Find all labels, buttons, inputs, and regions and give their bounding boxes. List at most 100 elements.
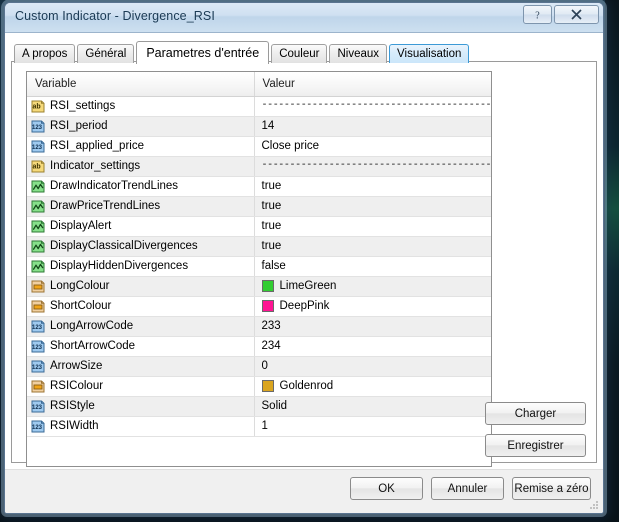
table-row[interactable]: RSIColour Goldenrod xyxy=(27,376,491,396)
color-value: DeepPink xyxy=(262,300,492,312)
table-cell-value[interactable]: ----------------------------------------… xyxy=(254,156,491,176)
variable-name: RSI_period xyxy=(50,120,108,132)
column-header-variable[interactable]: Variable xyxy=(27,72,254,96)
table-row[interactable]: 123RSIWidth 1 xyxy=(27,416,491,436)
tab-parametres-d-entree[interactable]: Parametres d'entrée xyxy=(136,41,269,64)
table-cell-value[interactable]: Solid xyxy=(254,396,491,416)
table-row[interactable]: ShortColour DeepPink xyxy=(27,296,491,316)
value-text: Close price xyxy=(262,140,320,152)
string-type-icon: ab xyxy=(31,100,45,113)
svg-text:123: 123 xyxy=(32,364,43,370)
table-cell-variable[interactable]: LongColour xyxy=(27,276,254,296)
table-row[interactable]: 123 RSI_period 14 xyxy=(27,116,491,136)
table-cell-value[interactable]: ----------------------------------------… xyxy=(254,96,491,116)
variable-cell-content: DrawPriceTrendLines xyxy=(31,200,254,213)
table-cell-value[interactable]: Close price xyxy=(254,136,491,156)
remise-a-zero-button[interactable]: Remise a zéro xyxy=(512,477,591,500)
charger-button[interactable]: Charger xyxy=(485,402,586,425)
tab-panel-parametres-d-entree: Variable Valeur abRSI_settings ----------… xyxy=(11,61,597,463)
table-cell-value[interactable]: Goldenrod xyxy=(254,376,491,396)
table-cell-variable[interactable]: ShortColour xyxy=(27,296,254,316)
color-swatch xyxy=(262,300,274,312)
variable-cell-content: ShortColour xyxy=(31,300,254,313)
table-row[interactable]: abIndicator_settings--------------------… xyxy=(27,156,491,176)
table-row[interactable]: DisplayClassicalDivergences true xyxy=(27,236,491,256)
integer-type-icon: 123 xyxy=(31,420,45,433)
variable-cell-content: 123LongArrowCode xyxy=(31,320,254,333)
table-row[interactable]: DisplayHiddenDivergencesfalse xyxy=(27,256,491,276)
table-row[interactable]: 123RSI_applied_price Close price xyxy=(27,136,491,156)
boolean-type-icon xyxy=(31,200,45,213)
title-bar[interactable]: Custom Indicator - Divergence_RSI ? xyxy=(5,3,603,33)
table-row[interactable]: 123ArrowSize0 xyxy=(27,356,491,376)
variable-name: DisplayAlert xyxy=(50,220,111,232)
table-cell-value[interactable]: true xyxy=(254,236,491,256)
color-type-icon xyxy=(31,380,45,393)
table-cell-variable[interactable]: 123RSI_applied_price xyxy=(27,136,254,156)
integer-type-icon: 123 xyxy=(31,120,45,133)
tab-couleur[interactable]: Couleur xyxy=(271,44,327,63)
table-cell-variable[interactable]: 123 ShortArrowCode xyxy=(27,336,254,356)
table-row[interactable]: DrawPriceTrendLinestrue xyxy=(27,196,491,216)
color-type-icon xyxy=(31,280,45,293)
enregistrer-button[interactable]: Enregistrer xyxy=(485,434,586,457)
table-cell-value[interactable]: LimeGreen xyxy=(254,276,491,296)
column-header-valeur[interactable]: Valeur xyxy=(254,72,491,96)
color-value: Goldenrod xyxy=(262,380,492,392)
ok-button[interactable]: OK xyxy=(350,477,423,500)
table-cell-variable[interactable]: 123ArrowSize xyxy=(27,356,254,376)
parameters-table-container[interactable]: Variable Valeur abRSI_settings ----------… xyxy=(26,71,492,467)
table-cell-variable[interactable]: 123 RSI_period xyxy=(27,116,254,136)
table-cell-value[interactable]: 233 xyxy=(254,316,491,336)
table-row[interactable]: 123 ShortArrowCode 234 xyxy=(27,336,491,356)
color-swatch xyxy=(262,280,274,292)
table-row[interactable]: LongColourLimeGreen xyxy=(27,276,491,296)
close-icon xyxy=(570,9,583,20)
help-button[interactable]: ? xyxy=(523,5,552,24)
tab-niveaux[interactable]: Niveaux xyxy=(329,44,387,63)
table-cell-value[interactable]: 1 xyxy=(254,416,491,436)
table-cell-value[interactable]: false xyxy=(254,256,491,276)
table-cell-variable[interactable]: DisplayAlert xyxy=(27,216,254,236)
close-button[interactable] xyxy=(554,5,599,24)
boolean-type-icon xyxy=(31,240,45,253)
table-cell-value[interactable]: true xyxy=(254,176,491,196)
annuler-button[interactable]: Annuler xyxy=(431,477,504,500)
boolean-type-icon xyxy=(31,180,45,193)
table-cell-variable[interactable]: DrawPriceTrendLines xyxy=(27,196,254,216)
table-cell-value[interactable]: DeepPink xyxy=(254,296,491,316)
table-cell-value[interactable]: 14 xyxy=(254,116,491,136)
dialog-footer: OK Annuler Remise a zéro xyxy=(5,469,603,513)
table-cell-variable[interactable]: 123RSIWidth xyxy=(27,416,254,436)
resize-grip-icon[interactable] xyxy=(588,499,600,511)
value-text: 1 xyxy=(262,420,268,432)
table-cell-variable[interactable]: DisplayHiddenDivergences xyxy=(27,256,254,276)
tab-general[interactable]: Général xyxy=(77,44,134,63)
table-cell-variable[interactable]: 123LongArrowCode xyxy=(27,316,254,336)
table-cell-value[interactable]: true xyxy=(254,196,491,216)
table-cell-variable[interactable]: 123RSIStyle xyxy=(27,396,254,416)
table-cell-value[interactable]: 0 xyxy=(254,356,491,376)
table-cell-variable[interactable]: abIndicator_settings xyxy=(27,156,254,176)
table-row[interactable]: 123LongArrowCode233 xyxy=(27,316,491,336)
integer-type-icon: 123 xyxy=(31,340,45,353)
table-cell-variable[interactable]: RSIColour xyxy=(27,376,254,396)
table-row[interactable]: 123RSIStyleSolid xyxy=(27,396,491,416)
table-row[interactable]: DisplayAlert true xyxy=(27,216,491,236)
table-row[interactable]: DrawIndicatorTrendLinestrue xyxy=(27,176,491,196)
variable-cell-content: abRSI_settings xyxy=(31,100,254,113)
table-cell-value[interactable]: true xyxy=(254,216,491,236)
tab-a-propos[interactable]: A propos xyxy=(14,44,75,63)
table-cell-variable[interactable]: DisplayClassicalDivergences xyxy=(27,236,254,256)
table-row[interactable]: abRSI_settings --------------------------… xyxy=(27,96,491,116)
variable-name: RSIColour xyxy=(50,380,103,392)
value-text: 234 xyxy=(262,340,281,352)
table-cell-variable[interactable]: DrawIndicatorTrendLines xyxy=(27,176,254,196)
table-cell-value[interactable]: 234 xyxy=(254,336,491,356)
tab-visualisation[interactable]: Visualisation xyxy=(389,44,469,63)
boolean-type-icon xyxy=(31,220,45,233)
variable-name: ShortArrowCode xyxy=(50,340,135,352)
table-cell-variable[interactable]: abRSI_settings xyxy=(27,96,254,116)
value-separator: ----------------------------------------… xyxy=(262,100,492,111)
variable-name: DisplayClassicalDivergences xyxy=(50,240,198,252)
